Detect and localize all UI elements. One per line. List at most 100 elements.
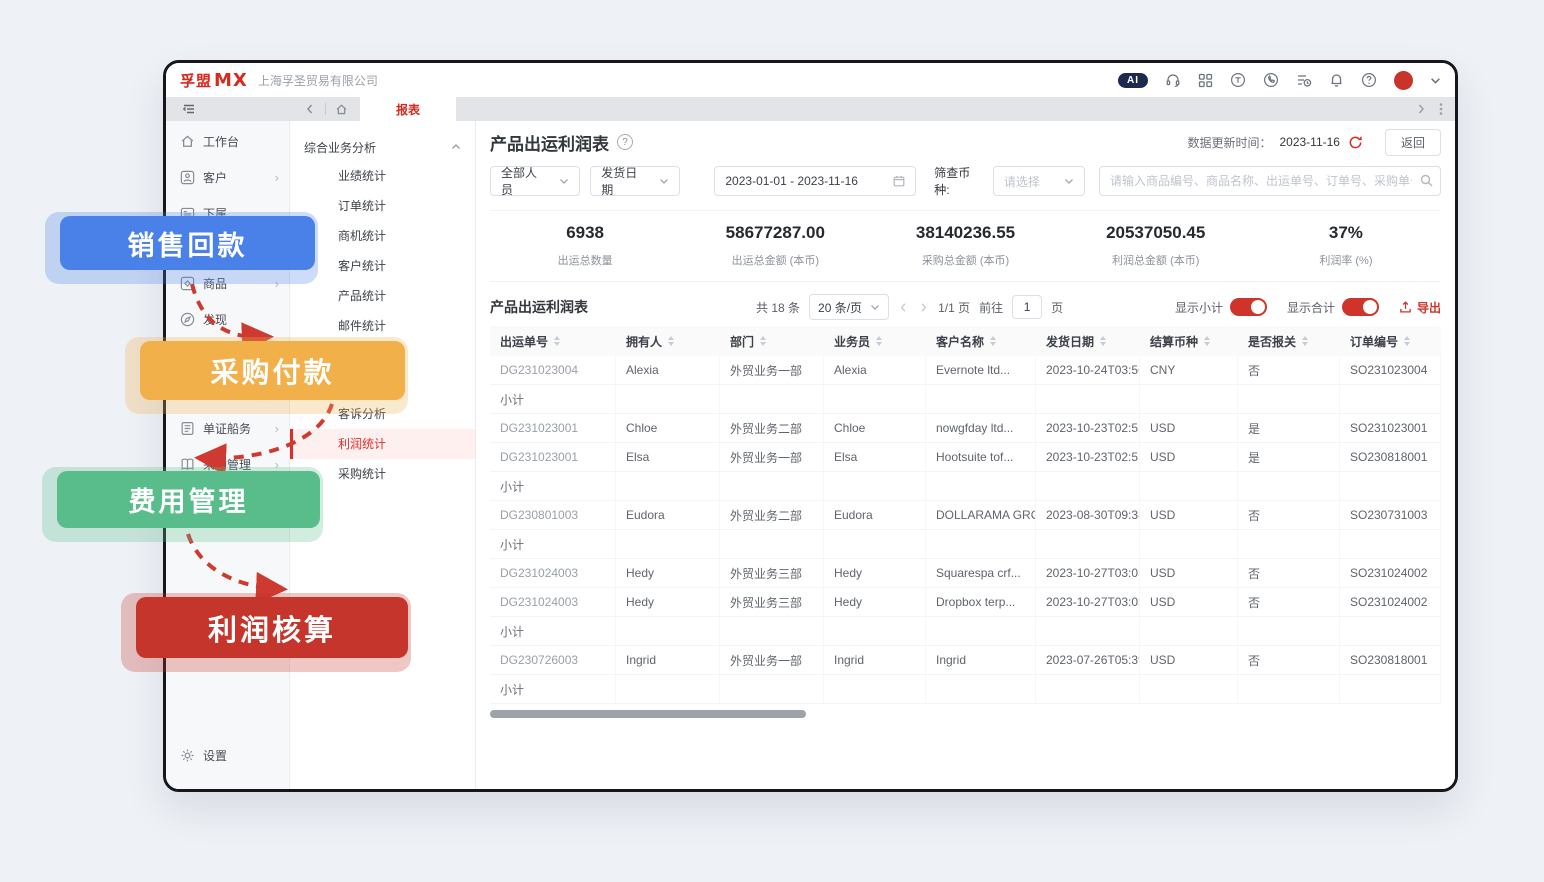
table-row[interactable]: DG231023001Elsa外贸业务一部ElsaHootsuite tof..… (490, 443, 1441, 472)
submenu-item-0[interactable]: 业绩统计 (290, 161, 475, 191)
company-name: 上海孚圣贸易有限公司 (258, 72, 378, 89)
subtotal-row[interactable]: 小计 (490, 617, 1441, 646)
gear-icon (180, 748, 195, 763)
subtotal-row[interactable]: 小计 (490, 472, 1441, 501)
column-header-4[interactable]: 客户名称 (926, 326, 1036, 356)
next-page-icon[interactable] (918, 302, 929, 313)
table-row[interactable]: DG231023004Alexia外贸业务一部AlexiaEvernote lt… (490, 356, 1441, 385)
headset-icon[interactable] (1165, 72, 1181, 88)
refresh-icon[interactable] (1348, 135, 1363, 150)
sidebar-item-0[interactable]: 工作台 (166, 123, 289, 159)
cell: Alexia (824, 356, 926, 384)
submenu-group-business-analysis[interactable]: 综合业务分析 (290, 133, 475, 161)
sidebar-item-label: 发现 (203, 311, 227, 328)
t-badge-icon[interactable] (1230, 72, 1246, 88)
person-filter-value: 全部人员 (501, 164, 545, 198)
collapse-menu-icon[interactable] (182, 102, 196, 116)
submenu-item-7[interactable]: 利润统计 (290, 429, 475, 459)
stat-label: 利润率 (%) (1251, 252, 1441, 268)
prev-page-icon[interactable] (898, 302, 909, 313)
shipping-docs-icon (180, 421, 195, 436)
cell (926, 675, 1036, 703)
stat-1: 58677287.00出运总金额 (本币) (680, 223, 870, 268)
avatar[interactable] (1394, 71, 1413, 90)
badge-label: 销售回款 (128, 224, 248, 263)
cell: DG231023001 (490, 414, 616, 442)
cell: CNY (1140, 356, 1238, 384)
bell-icon[interactable] (1329, 72, 1344, 88)
caret-up-icon (451, 142, 461, 152)
sidebar-item-4[interactable]: 发现 (166, 301, 289, 337)
sidebar-item-1[interactable]: 客户› (166, 159, 289, 195)
column-header-0[interactable]: 出运单号 (490, 326, 616, 356)
tab-more-icon[interactable] (1439, 102, 1443, 116)
date-range-picker[interactable]: 2023-01-01 - 2023-11-16 (714, 166, 916, 196)
column-header-7[interactable]: 是否报关 (1238, 326, 1340, 356)
column-header-3[interactable]: 业务员 (824, 326, 926, 356)
currency-select[interactable]: 请选择 (993, 166, 1085, 196)
nav-back-icon[interactable] (304, 103, 316, 115)
show-total-toggle[interactable] (1342, 298, 1379, 316)
tab-scroll-right-icon[interactable] (1415, 103, 1427, 115)
cell (720, 617, 824, 645)
cell (1340, 617, 1441, 645)
sidebar-item-settings[interactable]: 设置 (166, 737, 289, 773)
export-button[interactable]: 导出 (1399, 299, 1441, 316)
submenu-item-4[interactable]: 产品统计 (290, 281, 475, 311)
show-subtotal-toggle[interactable] (1230, 298, 1267, 316)
stat-0: 6938出运总数量 (490, 223, 680, 268)
tasks-icon[interactable] (1296, 72, 1312, 88)
column-header-1[interactable]: 拥有人 (616, 326, 720, 356)
chevron-right-icon: › (275, 171, 279, 184)
cell: DOLLARAMA GRO... (926, 501, 1036, 529)
person-filter-select[interactable]: 全部人员 (490, 166, 580, 196)
cell: nowgfday ltd... (926, 414, 1036, 442)
table-row[interactable]: DG230801003Eudora外贸业务二部EudoraDOLLARAMA G… (490, 501, 1441, 530)
table-row[interactable]: DG231023001Chloe外贸业务二部Chloenowgfday ltd.… (490, 414, 1441, 443)
cell (720, 385, 824, 413)
cell (926, 385, 1036, 413)
help-icon[interactable] (1361, 72, 1377, 88)
nav-home-icon[interactable] (335, 103, 348, 116)
cell: 否 (1238, 559, 1340, 587)
sidebar-item-5[interactable]: 单证船务› (166, 410, 289, 446)
subtotal-row[interactable]: 小计 (490, 675, 1441, 704)
column-header-2[interactable]: 部门 (720, 326, 824, 356)
search-icon[interactable] (1420, 174, 1433, 187)
column-header-5[interactable]: 发货日期 (1036, 326, 1140, 356)
date-type-select[interactable]: 发货日期 (590, 166, 680, 196)
cell (1036, 530, 1140, 558)
page-size-select[interactable]: 20 条/页 (809, 294, 889, 320)
search-input[interactable] (1099, 166, 1441, 196)
ai-assistant-icon[interactable]: AI (1118, 73, 1148, 88)
cell: DG230801003 (490, 501, 616, 529)
column-header-label: 客户名称 (936, 333, 984, 350)
column-header-8[interactable]: 订单编号 (1340, 326, 1441, 356)
subtotal-row[interactable]: 小计 (490, 385, 1441, 414)
cell (926, 617, 1036, 645)
tab-report[interactable]: 报表 (360, 97, 456, 121)
stat-label: 利润总金额 (本币) (1061, 252, 1251, 268)
scrollbar-thumb[interactable] (490, 710, 806, 718)
apps-icon[interactable] (1198, 73, 1213, 88)
table-row[interactable]: DG231024003Hedy外贸业务三部HedySquarespa crf..… (490, 559, 1441, 588)
subtotal-row[interactable]: 小计 (490, 530, 1441, 559)
cell: Chloe (824, 414, 926, 442)
phone-icon[interactable] (1263, 72, 1279, 88)
cell: 2023-10-23T02:51:... (1036, 443, 1140, 471)
goto-page-input[interactable] (1012, 295, 1042, 319)
sidebar-item-label: 工作台 (203, 133, 239, 150)
help-icon[interactable]: ? (617, 134, 633, 150)
back-button[interactable]: 返回 (1385, 129, 1441, 156)
table-row[interactable]: DG231024003Hedy外贸业务三部HedyDropbox terp...… (490, 588, 1441, 617)
table-row[interactable]: DG230726003Ingrid外贸业务一部IngridIngrid2023-… (490, 646, 1441, 675)
cell (824, 675, 926, 703)
stat-3: 20537050.45利润总金额 (本币) (1061, 223, 1251, 268)
chevron-down-icon[interactable] (1430, 75, 1441, 86)
submenu-item-1[interactable]: 订单统计 (290, 191, 475, 221)
cell (1140, 385, 1238, 413)
brand-logo-mx: MX (214, 70, 248, 91)
submenu: 综合业务分析 业绩统计订单统计商机统计客户统计产品统计邮件统计客诉分析利润统计采… (290, 121, 476, 789)
column-header-6[interactable]: 结算币种 (1140, 326, 1238, 356)
chevron-right-icon: › (275, 422, 279, 435)
